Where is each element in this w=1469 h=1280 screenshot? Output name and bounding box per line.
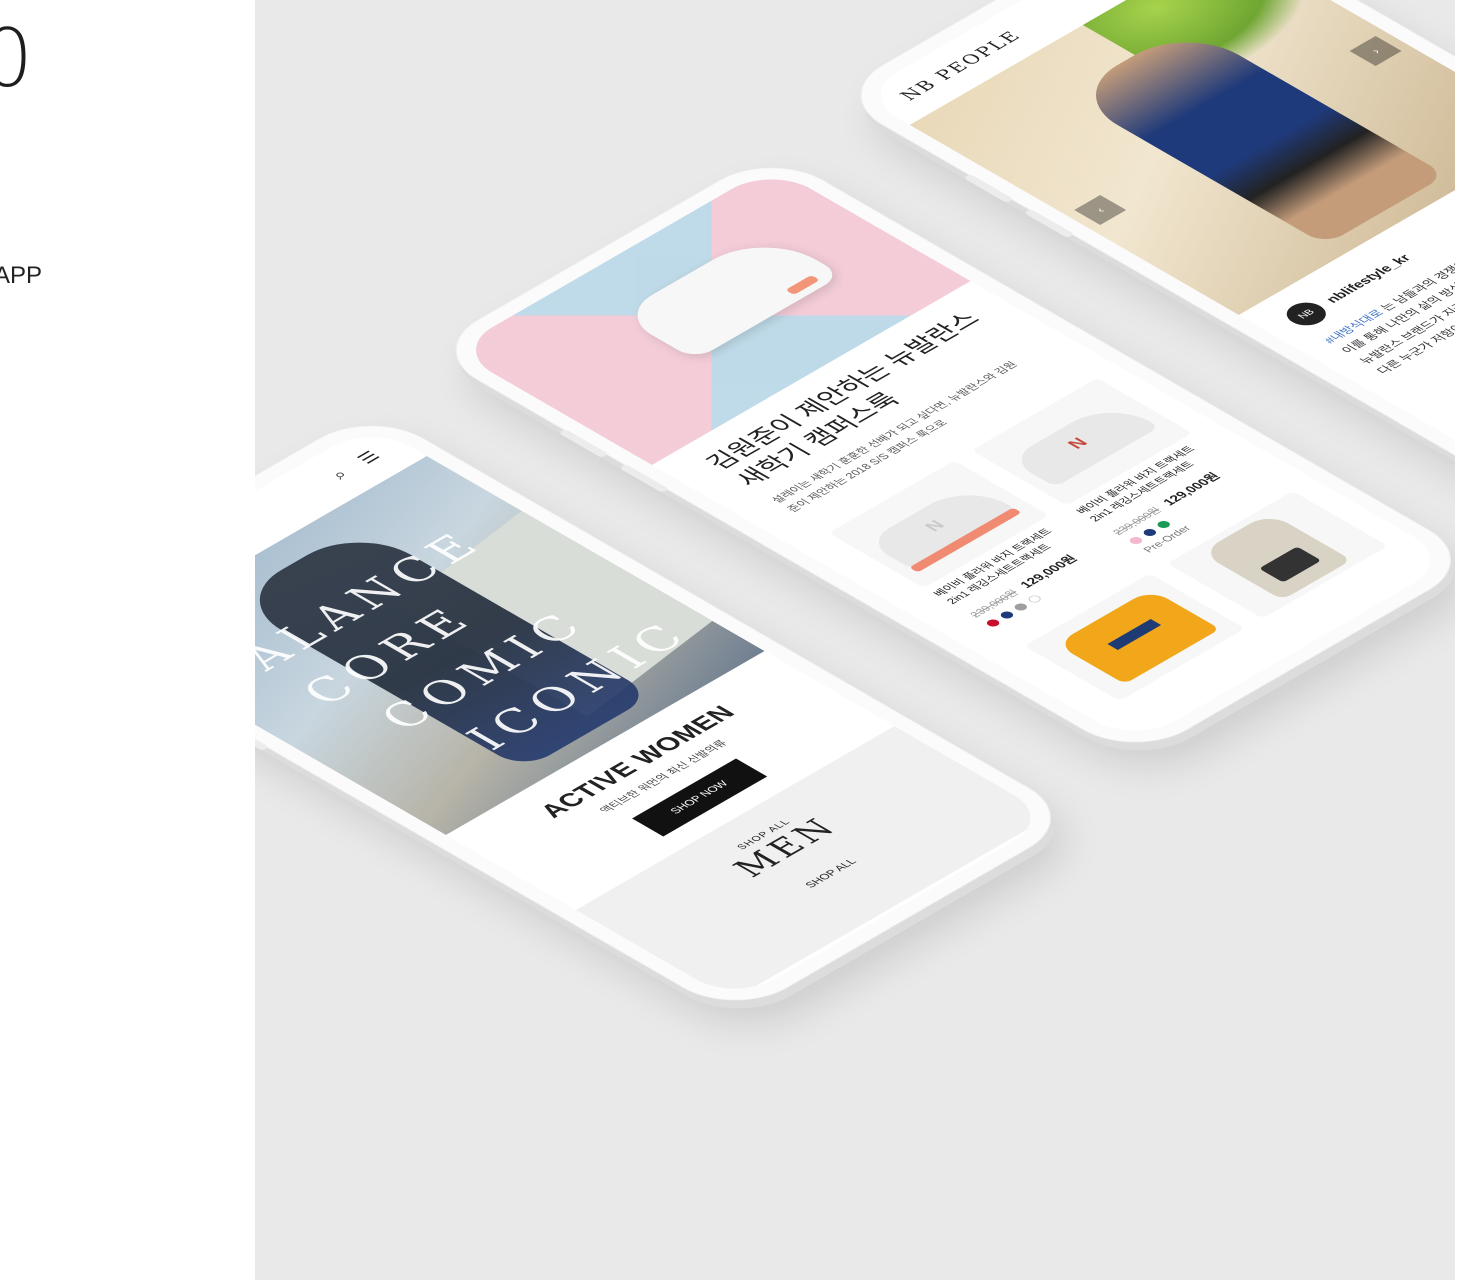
color-swatch[interactable] xyxy=(1011,601,1030,612)
color-swatch[interactable] xyxy=(1127,535,1145,546)
mockup-stage: NB PEOPLE × ‹ › NB nblifestyle_kr #내방식대로… xyxy=(255,0,1455,1280)
color-swatch[interactable] xyxy=(998,609,1016,620)
next-arrow-icon[interactable]: › xyxy=(1349,35,1402,66)
backpack-shape xyxy=(1199,512,1352,600)
left-panel: 0 APP xyxy=(0,0,255,1280)
jacket-shape xyxy=(1055,588,1220,684)
header-actions: ⌕ ☰ xyxy=(317,444,391,487)
color-swatch[interactable] xyxy=(1025,593,1044,604)
menu-icon[interactable]: ☰ xyxy=(346,444,391,470)
prev-arrow-icon[interactable]: ‹ xyxy=(1074,194,1127,225)
color-swatch[interactable] xyxy=(1140,527,1159,538)
campus-banner xyxy=(452,165,971,465)
color-swatch[interactable] xyxy=(984,617,1002,628)
color-swatch[interactable] xyxy=(1154,519,1173,530)
app-label: APP xyxy=(0,262,43,289)
page-number: 0 xyxy=(0,12,33,105)
search-icon[interactable]: ⌕ xyxy=(317,461,362,487)
sneaker-image xyxy=(617,229,843,360)
avatar: NB xyxy=(1278,297,1335,330)
